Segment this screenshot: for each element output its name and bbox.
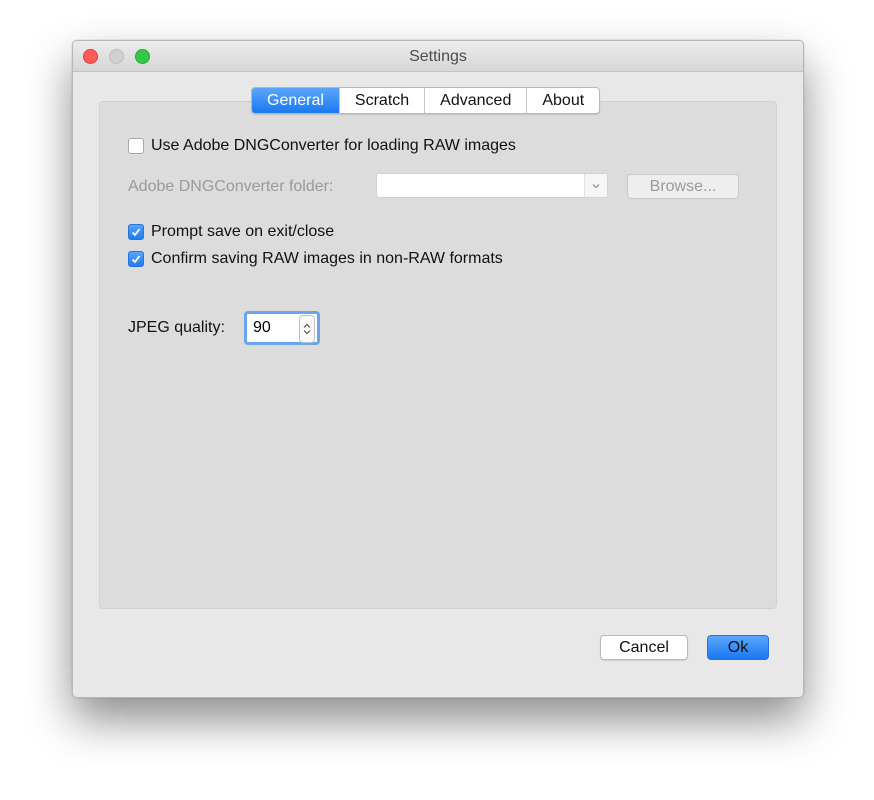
cancel-button[interactable]: Cancel xyxy=(600,635,688,660)
use-dng-row[interactable]: Use Adobe DNGConverter for loading RAW i… xyxy=(128,137,516,155)
title-bar[interactable]: Settings xyxy=(73,41,803,72)
jpeg-quality-row: JPEG quality: xyxy=(128,319,225,337)
jpeg-quality-label: JPEG quality: xyxy=(128,319,225,336)
checkmark-icon xyxy=(131,255,141,264)
use-dng-checkbox[interactable] xyxy=(128,138,144,154)
tab-bar: General Scratch Advanced About xyxy=(251,87,601,114)
tab-scratch[interactable]: Scratch xyxy=(340,88,426,113)
chevron-down-icon[interactable] xyxy=(303,329,311,335)
checkmark-icon xyxy=(131,228,141,237)
browse-button[interactable]: Browse... xyxy=(627,174,739,199)
dng-folder-label: Adobe DNGConverter folder: xyxy=(128,178,334,195)
confirm-raw-checkbox[interactable] xyxy=(128,251,144,267)
prompt-save-row[interactable]: Prompt save on exit/close xyxy=(128,223,334,241)
jpeg-quality-spinbox[interactable] xyxy=(244,311,320,345)
tab-general[interactable]: General xyxy=(252,88,340,113)
tab-about[interactable]: About xyxy=(527,88,599,113)
prompt-save-checkbox[interactable] xyxy=(128,224,144,240)
confirm-raw-row[interactable]: Confirm saving RAW images in non-RAW for… xyxy=(128,250,503,268)
confirm-raw-label: Confirm saving RAW images in non-RAW for… xyxy=(151,250,503,267)
window-title: Settings xyxy=(409,48,467,65)
tab-advanced[interactable]: Advanced xyxy=(425,88,528,113)
ok-button[interactable]: Ok xyxy=(707,635,769,660)
jpeg-quality-stepper[interactable] xyxy=(299,315,315,343)
jpeg-quality-input[interactable] xyxy=(250,317,304,339)
chevron-down-icon[interactable] xyxy=(584,174,607,197)
dng-folder-combobox[interactable] xyxy=(376,173,608,198)
dng-folder-row: Adobe DNGConverter folder: xyxy=(128,178,333,196)
prompt-save-label: Prompt save on exit/close xyxy=(151,223,335,240)
use-dng-label: Use Adobe DNGConverter for loading RAW i… xyxy=(151,137,516,154)
settings-window: Settings General Scratch Advanced About … xyxy=(72,40,804,698)
